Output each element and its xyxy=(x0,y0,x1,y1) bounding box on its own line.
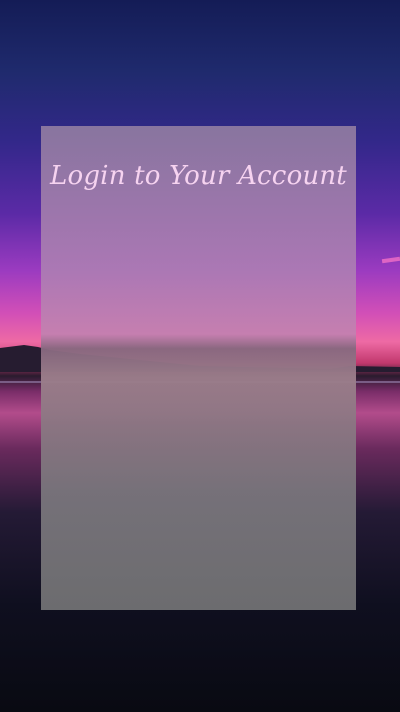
login-card: Login to Your Account xyxy=(41,126,356,610)
login-title: Login to Your Account xyxy=(50,161,347,191)
